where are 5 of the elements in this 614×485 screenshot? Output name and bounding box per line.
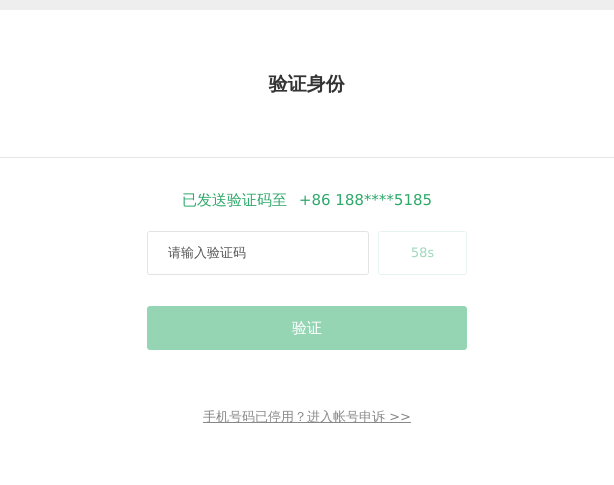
appeal-link[interactable]: 手机号码已停用？进入帐号申诉 >> — [203, 408, 411, 426]
phone-number: +86 188****5185 — [298, 191, 432, 209]
code-input-field[interactable]: 请输入验证码 — [147, 231, 369, 275]
page-title: 验证身份 — [269, 72, 345, 96]
sent-notice: 已发送验证码至 — [182, 190, 287, 210]
